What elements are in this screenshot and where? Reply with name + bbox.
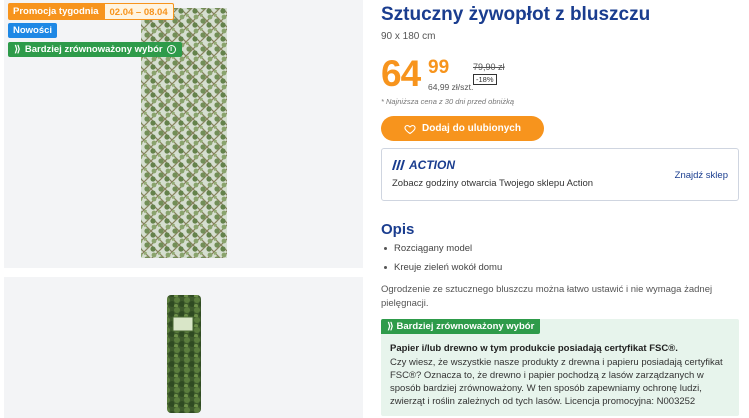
description-heading: Opis bbox=[381, 221, 415, 238]
eco-info-box: ⟫ Bardziej zrównoważony wybór Papier i/l… bbox=[381, 319, 739, 416]
promo-badge-dates: 02.04 – 08.04 bbox=[103, 3, 174, 20]
eco-box-badge-label: Bardziej zrównoważony wybór bbox=[396, 321, 535, 332]
promo-badge: Promocja tygodnia 02.04 – 08.04 bbox=[8, 3, 174, 20]
description-bullet: Rozciągany model bbox=[384, 243, 472, 254]
action-logo-text: ACTION bbox=[409, 158, 455, 172]
leaf-icon: ⟫ bbox=[387, 321, 397, 332]
product-title: Sztuczny żywopłot z bluszczu bbox=[381, 4, 651, 25]
eco-badge[interactable]: ⟫ Bardziej zrównoważony wybór i bbox=[8, 42, 182, 57]
product-image-main[interactable]: Promocja tygodnia 02.04 – 08.04 Nowości … bbox=[4, 0, 363, 268]
price-decimal: 99 bbox=[428, 57, 450, 78]
eco-badge-label: Bardziej zrównoważony wybór bbox=[24, 44, 163, 55]
hedge-image bbox=[141, 8, 227, 258]
new-badge: Nowości bbox=[8, 23, 58, 38]
bullet-text: Kreuje zieleń wokół domu bbox=[394, 262, 503, 273]
description-text: Ogrodzenie ze sztucznego bluszczu można … bbox=[381, 284, 713, 309]
hedge-roll-image bbox=[167, 295, 201, 413]
add-to-favorites-button[interactable]: Dodaj do ulubionych bbox=[381, 116, 544, 141]
price-note: * Najniższa cena z 30 dni przed obniżką bbox=[381, 97, 514, 106]
eco-heading: Papier i/lub drewno w tym produkcie posi… bbox=[390, 343, 678, 354]
price-integer: 64 bbox=[381, 53, 421, 94]
store-hours-text: Zobacz godziny otwarcia Twojego sklepu A… bbox=[392, 178, 594, 189]
eco-box-badge: ⟫ Bardziej zrównoważony wybór bbox=[381, 319, 541, 334]
info-icon[interactable]: i bbox=[166, 45, 176, 54]
store-info-box: ACTION Zobacz godziny otwarcia Twojego s… bbox=[381, 148, 739, 201]
unit-price: 64,99 zł/szt. bbox=[428, 82, 474, 92]
find-store-link[interactable]: Znajdź sklep bbox=[675, 170, 728, 181]
old-price: 79,90 zł bbox=[473, 62, 505, 72]
discount-badge: -18% bbox=[473, 74, 497, 85]
action-logo: ACTION bbox=[392, 158, 455, 172]
eco-body-text: Czy wiesz, że wszystkie nasze produkty z… bbox=[390, 357, 723, 407]
product-image-thumbnail[interactable] bbox=[4, 277, 363, 418]
bullet-dot bbox=[384, 247, 387, 250]
action-logo-mark bbox=[392, 160, 405, 170]
bullet-dot bbox=[384, 266, 387, 269]
leaf-icon: ⟫ bbox=[14, 44, 21, 55]
bullet-text: Rozciągany model bbox=[394, 243, 473, 254]
add-to-favorites-label: Dodaj do ulubionych bbox=[422, 123, 521, 134]
description-bullet: Kreuje zieleń wokół domu bbox=[384, 262, 502, 273]
heart-icon bbox=[404, 124, 416, 134]
product-size: 90 x 180 cm bbox=[381, 31, 436, 42]
promo-badge-label: Promocja tygodnia bbox=[8, 3, 104, 20]
